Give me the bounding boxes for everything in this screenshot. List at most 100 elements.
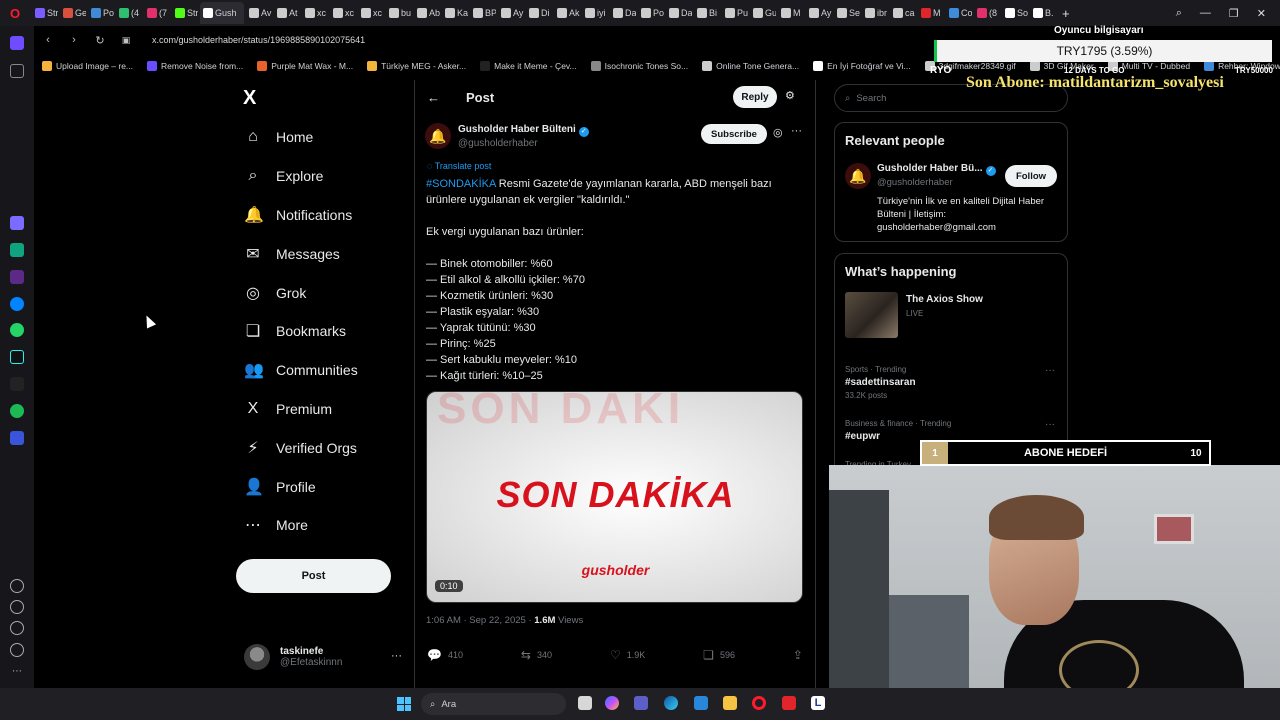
browser-tab[interactable]: Str bbox=[172, 2, 198, 24]
live-event[interactable]: The Axios Show LIVE bbox=[845, 292, 1059, 342]
browser-tab[interactable]: M bbox=[918, 2, 944, 24]
browser-tab[interactable]: Gu bbox=[750, 2, 776, 24]
reload-icon[interactable]: ↻ bbox=[94, 34, 106, 47]
taskbar-search-input[interactable]: ⌕ Ara bbox=[421, 693, 566, 715]
url-field[interactable]: x.com/gusholderhaber/status/196988589010… bbox=[152, 35, 365, 45]
browser-tab[interactable]: Di bbox=[526, 2, 552, 24]
reply-action[interactable]: 💬 410 bbox=[427, 648, 463, 662]
sliders-icon[interactable]: ⚙ bbox=[785, 89, 795, 102]
reply-button[interactable]: Reply bbox=[733, 86, 777, 108]
browser-tab[interactable]: Po bbox=[88, 2, 114, 24]
nav-item-explore[interactable]: ⌕ Explore bbox=[236, 157, 411, 196]
hashtag-link[interactable]: #SONDAKİKA bbox=[426, 178, 496, 190]
chatgpt-sidebar-icon[interactable] bbox=[10, 243, 24, 257]
x-logo-icon[interactable]: X bbox=[243, 87, 256, 110]
account-switcher[interactable]: taskinefe @Efetaskinnn ··· bbox=[244, 644, 404, 670]
browser-tab[interactable]: ca bbox=[890, 2, 916, 24]
browser-tab[interactable]: Ay bbox=[806, 2, 832, 24]
opera-taskbar-icon[interactable] bbox=[752, 696, 766, 710]
account-more-icon[interactable]: ··· bbox=[391, 650, 402, 662]
browser-tab[interactable]: Ka bbox=[442, 2, 468, 24]
nav-item-verified-orgs[interactable]: ⚡ Verified Orgs bbox=[236, 428, 411, 467]
browser-tab[interactable]: B. bbox=[1030, 2, 1056, 24]
store-icon[interactable] bbox=[694, 696, 708, 710]
browser-tab[interactable]: Ab bbox=[414, 2, 440, 24]
close-window-button[interactable]: ✕ bbox=[1257, 7, 1266, 20]
trend-item[interactable]: Business & finance · Trending #eupwr ··· bbox=[845, 419, 1059, 442]
browser-tab[interactable]: Se bbox=[834, 2, 860, 24]
translate-post-link[interactable]: ◌ Translate post bbox=[427, 161, 491, 171]
cs-sidebar-icon[interactable] bbox=[10, 270, 24, 284]
task-view-icon[interactable] bbox=[578, 696, 592, 710]
copilot-icon[interactable] bbox=[605, 696, 619, 710]
maximize-button[interactable]: ❐ bbox=[1229, 7, 1239, 20]
post-time[interactable]: 1:06 AM · Sep 22, 2025 · bbox=[426, 615, 534, 626]
browser-tab[interactable]: xc bbox=[330, 2, 356, 24]
browser-tab[interactable]: Av bbox=[246, 2, 272, 24]
bookmark-action[interactable]: ❏ 596 bbox=[703, 648, 735, 662]
browser-tab[interactable]: BP bbox=[470, 2, 496, 24]
site-info-icon[interactable]: ▣ bbox=[120, 35, 132, 46]
browser-tab[interactable]: (7 bbox=[144, 2, 170, 24]
author-name[interactable]: Gusholder Haber Bülteni ✓ bbox=[458, 124, 589, 137]
bookmark-item[interactable]: En İyi Fotoğraf ve Vi... bbox=[813, 61, 911, 71]
nav-item-grok[interactable]: ◎ Grok bbox=[236, 273, 411, 312]
whatsapp-sidebar-icon[interactable] bbox=[10, 323, 24, 337]
repost-action[interactable]: ⇆ 340 bbox=[521, 648, 552, 662]
new-tab-button[interactable]: + bbox=[1062, 6, 1070, 21]
l-app-icon[interactable]: L bbox=[811, 696, 825, 710]
bookmark-item[interactable]: Isochronic Tones So... bbox=[590, 61, 688, 71]
messenger-sidebar-icon[interactable] bbox=[10, 297, 24, 311]
browser-tab[interactable]: Ay bbox=[498, 2, 524, 24]
aria-sidebar-icon[interactable] bbox=[10, 216, 24, 230]
nav-item-home[interactable]: ⌂ Home bbox=[236, 118, 411, 157]
nav-item-premium[interactable]: X Premium bbox=[236, 390, 411, 429]
browser-tab[interactable]: Co bbox=[946, 2, 972, 24]
browser-tab[interactable]: Ak bbox=[554, 2, 580, 24]
minimize-button[interactable]: — bbox=[1200, 7, 1211, 19]
windows-start-icon[interactable] bbox=[397, 697, 411, 711]
settings-sidebar-icon[interactable] bbox=[10, 621, 24, 635]
browser-tab[interactable]: iyi bbox=[582, 2, 608, 24]
browser-tab[interactable]: Ge bbox=[60, 2, 86, 24]
browser-tab[interactable]: At bbox=[274, 2, 300, 24]
bulb-sidebar-icon[interactable] bbox=[10, 643, 24, 657]
file-explorer-icon[interactable] bbox=[723, 696, 737, 710]
browser-tab[interactable]: Da bbox=[610, 2, 636, 24]
like-action[interactable]: ♡ 1.9K bbox=[610, 648, 645, 662]
grok-icon[interactable]: ◎ bbox=[773, 126, 783, 139]
trend-more-icon[interactable]: ··· bbox=[1045, 419, 1055, 430]
browser-tab[interactable]: Pu bbox=[722, 2, 748, 24]
back-icon[interactable]: ‹ bbox=[42, 34, 54, 46]
bell-avatar-icon[interactable]: 🔔 bbox=[425, 123, 451, 149]
teams-icon[interactable] bbox=[634, 696, 648, 710]
x-sidebar-icon[interactable] bbox=[10, 377, 24, 391]
player-sidebar-icon[interactable] bbox=[10, 431, 24, 445]
tiktok-sidebar-icon[interactable] bbox=[10, 350, 24, 364]
red-app-icon[interactable] bbox=[782, 696, 796, 710]
browser-tab[interactable]: bu bbox=[386, 2, 412, 24]
nav-item-profile[interactable]: 👤 Profile bbox=[236, 467, 411, 506]
history-sidebar-icon[interactable] bbox=[10, 600, 24, 614]
nav-item-more[interactable]: ⋯ More bbox=[236, 506, 411, 545]
bookmark-item[interactable]: Türkiye MEG - Asker... bbox=[367, 61, 466, 71]
follow-button[interactable]: Follow bbox=[1005, 165, 1057, 187]
nav-item-communities[interactable]: 👥 Communities bbox=[236, 351, 411, 390]
opera-logo-icon[interactable]: O bbox=[0, 0, 30, 26]
nav-item-bookmarks[interactable]: ❏ Bookmarks bbox=[236, 312, 411, 351]
bookmark-item[interactable]: Purple Mat Wax - M... bbox=[257, 61, 353, 71]
bookmark-item[interactable]: Online Tone Genera... bbox=[702, 61, 799, 71]
browser-tab[interactable]: Str bbox=[32, 2, 58, 24]
subscribe-button[interactable]: Subscribe bbox=[701, 124, 767, 144]
browser-tab[interactable]: xc bbox=[302, 2, 328, 24]
browser-tab[interactable]: (4 bbox=[116, 2, 142, 24]
share-action[interactable]: ⇪ bbox=[793, 648, 803, 662]
browser-tab[interactable]: ibr bbox=[862, 2, 888, 24]
search-tabs-icon[interactable]: ⌕ bbox=[1176, 7, 1182, 20]
browser-tab[interactable]: M bbox=[778, 2, 804, 24]
home-sidebar-icon[interactable] bbox=[10, 36, 24, 50]
more-sidebar-icon[interactable]: ⋯ bbox=[10, 666, 24, 680]
post-button[interactable]: Post bbox=[236, 559, 391, 593]
browser-tab[interactable]: Po bbox=[638, 2, 664, 24]
trend-more-icon[interactable]: ··· bbox=[1045, 365, 1055, 376]
